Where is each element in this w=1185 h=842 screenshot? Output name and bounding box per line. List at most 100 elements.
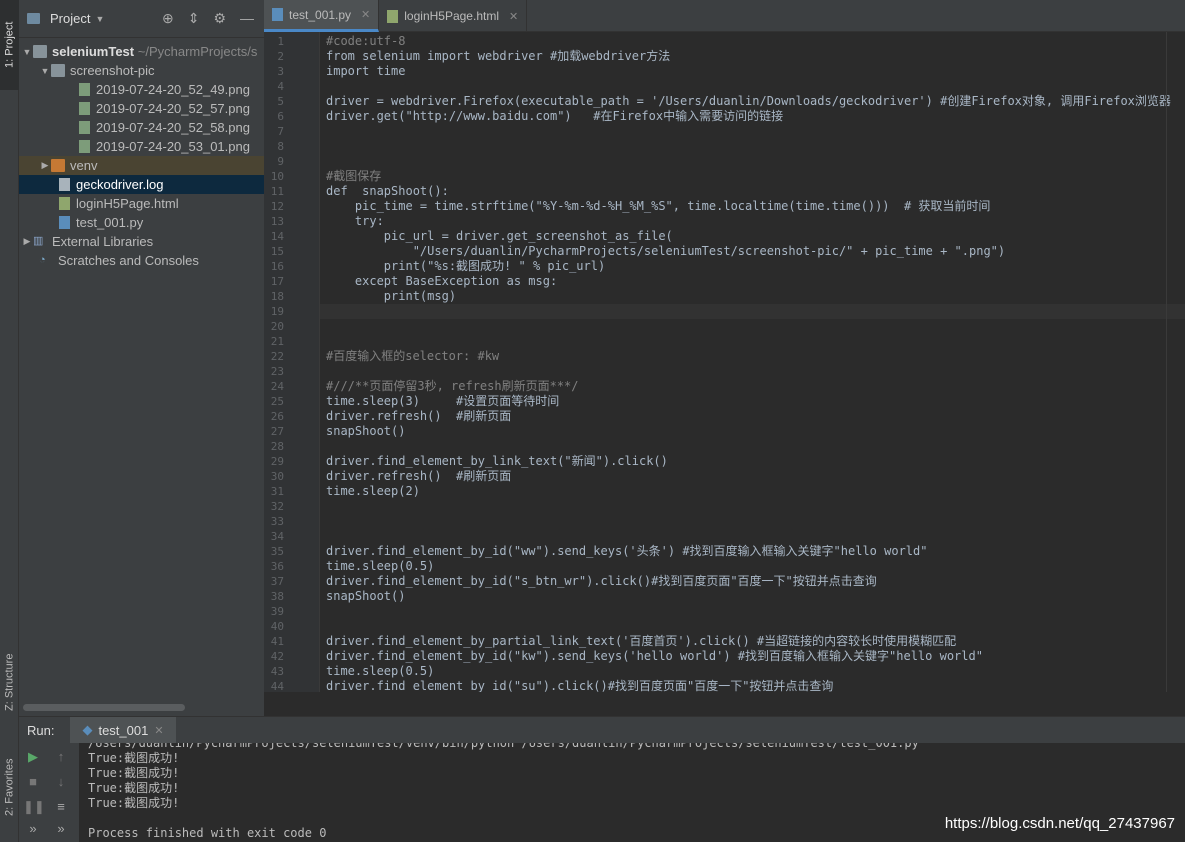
library-icon: ▥ (33, 235, 44, 247)
tree-item-venv[interactable]: ▶ venv (19, 156, 264, 175)
tree-item-png-3[interactable]: 2019-07-24-20_52_58.png (19, 118, 264, 137)
code-line: #截图保存 (326, 169, 382, 183)
tab-favorites-toolwindow[interactable]: 2: Favorites (0, 740, 19, 835)
line-number: 27 (270, 425, 284, 438)
hide-icon[interactable]: — (240, 10, 254, 27)
png-file-icon (79, 83, 90, 96)
tree-item-label: 2019-07-24-20_52_58.png (96, 120, 250, 135)
more-icon[interactable]: » (23, 819, 43, 839)
line-number: 21 (270, 335, 284, 348)
code-line: #百度输入框的selector: #kw (326, 349, 500, 363)
project-toolbar: ⊕ ⇕ ⚙ — (162, 10, 264, 27)
run-panel-header: Run: ◆ test_001 ✕ (19, 716, 1185, 744)
expand-arrow-icon[interactable]: ▼ (39, 66, 51, 76)
project-view-dropdown[interactable]: Project ▼ (27, 11, 104, 26)
tab-test-001-py[interactable]: test_001.py ✕ (264, 0, 380, 32)
console-line: True:截图成功! (88, 751, 180, 765)
project-title: Project (50, 11, 91, 26)
tree-item-seleniumtest[interactable]: ▼ seleniumTest ~/PycharmProjects/s (19, 42, 264, 61)
code-line: time.sleep(0.5) (326, 664, 435, 678)
line-number: 43 (270, 665, 284, 678)
editor-bottom-area (264, 692, 1185, 716)
tree-item-test-001[interactable]: test_001.py (19, 213, 264, 232)
code-line: time.sleep(3) #设置页面等待时间 (326, 394, 560, 408)
html-file-icon (387, 9, 399, 23)
tree-item-png-4[interactable]: 2019-07-24-20_53_01.png (19, 137, 264, 156)
close-icon[interactable]: ✕ (154, 724, 163, 737)
tree-item-label: venv (70, 158, 98, 173)
line-number: 8 (277, 140, 284, 153)
line-number: 30 (270, 470, 284, 483)
tree-item-external-libraries[interactable]: ▶ ▥ External Libraries (19, 232, 264, 251)
line-number: 39 (270, 605, 284, 618)
line-number: 6 (277, 110, 284, 123)
expand-arrow-icon[interactable]: ▶ (21, 236, 33, 247)
close-icon[interactable]: ✕ (509, 10, 518, 23)
more-icon[interactable]: » (51, 819, 71, 839)
run-label: Run: (27, 722, 55, 738)
line-number: 36 (270, 560, 284, 573)
editor-tabs: test_001.py ✕ loginH5Page.html ✕ (264, 0, 1185, 32)
code-line: print("%s:截图成功! " % pic_url) (326, 259, 606, 273)
line-number: 34 (270, 530, 284, 543)
console-line: True:截图成功! (88, 766, 180, 780)
console-line: Process finished with exit code 0 (88, 826, 327, 840)
chevron-down-icon: ▼ (95, 13, 105, 24)
code-line: time.sleep(2) (326, 484, 420, 498)
left-tool-strip: 1: Project Z: Structure 2: Favorites (0, 0, 19, 842)
close-icon[interactable]: ✕ (361, 8, 370, 21)
line-number: 37 (270, 575, 284, 588)
tab-project-toolwindow[interactable]: 1: Project (0, 0, 19, 90)
code-editor[interactable]: #code:utf-8 from selenium import webdrive… (320, 32, 1185, 692)
line-number: 32 (270, 500, 284, 513)
folder-icon (33, 45, 47, 58)
project-horizontal-scrollbar[interactable] (23, 704, 185, 711)
line-number: 29 (270, 455, 284, 468)
tab-label: test_001.py (289, 7, 352, 22)
line-number: 17 (270, 275, 284, 288)
line-number: 9 (277, 155, 284, 168)
code-line: snapShoot() (326, 424, 406, 438)
run-tab-test-001[interactable]: ◆ test_001 ✕ (70, 716, 176, 744)
line-number: 20 (270, 320, 284, 333)
code-line: driver.find_element_by_id("kw").send_key… (326, 649, 983, 663)
project-toolwindow-label: 1: Project (3, 21, 16, 69)
tree-item-png-2[interactable]: 2019-07-24-20_52_57.png (19, 99, 264, 118)
line-number: 4 (277, 80, 284, 93)
tree-item-scratches[interactable]: ◔ Scratches and Consoles (19, 251, 264, 270)
tree-item-label: screenshot-pic (70, 63, 155, 78)
pause-icon[interactable]: ❚❚ (23, 797, 45, 817)
python-file-icon (59, 216, 70, 229)
tree-item-loginh5page[interactable]: loginH5Page.html (19, 194, 264, 213)
code-line: print(msg) (326, 289, 457, 303)
soft-wrap-icon[interactable]: ≡ (51, 797, 71, 817)
line-number: 26 (270, 410, 284, 423)
project-panel: Project ▼ ⊕ ⇕ ⚙ — ▼ seleniumTest ~/Pycha… (19, 0, 264, 716)
line-number: 15 (270, 245, 284, 258)
line-number: 11 (270, 185, 284, 198)
tree-item-geckodriver-log[interactable]: geckodriver.log (19, 175, 264, 194)
expand-arrow-icon[interactable]: ▶ (39, 160, 51, 171)
up-arrow-icon[interactable]: ↑ (51, 747, 71, 767)
stop-icon[interactable]: ■ (23, 772, 43, 792)
tree-item-png-1[interactable]: 2019-07-24-20_52_49.png (19, 80, 264, 99)
line-number: 10 (270, 170, 284, 183)
log-file-icon (59, 178, 70, 191)
expand-arrow-icon[interactable]: ▼ (21, 47, 33, 57)
code-line: driver.find_element_by_link_text("新闻").c… (326, 454, 668, 468)
tree-item-label: 2019-07-24-20_52_57.png (96, 101, 250, 116)
gear-icon[interactable]: ⚙ (213, 10, 226, 27)
locate-icon[interactable]: ⊕ (162, 10, 174, 27)
line-number: 14 (270, 230, 284, 243)
collapse-all-icon[interactable]: ⇕ (188, 10, 200, 27)
tree-item-label: 2019-07-24-20_52_49.png (96, 82, 250, 97)
tab-structure-toolwindow[interactable]: Z: Structure (0, 640, 19, 725)
rerun-icon[interactable]: ▶ (23, 747, 43, 767)
code-line: driver.find_element_by_id("ww").send_key… (326, 544, 928, 558)
tree-item-screenshot-pic[interactable]: ▼ screenshot-pic (19, 61, 264, 80)
line-number: 33 (270, 515, 284, 528)
line-number: 23 (270, 365, 284, 378)
down-arrow-icon[interactable]: ↓ (51, 772, 71, 792)
tab-loginh5page-html[interactable]: loginH5Page.html ✕ (379, 0, 528, 32)
python-icon: ◆ (82, 722, 93, 737)
